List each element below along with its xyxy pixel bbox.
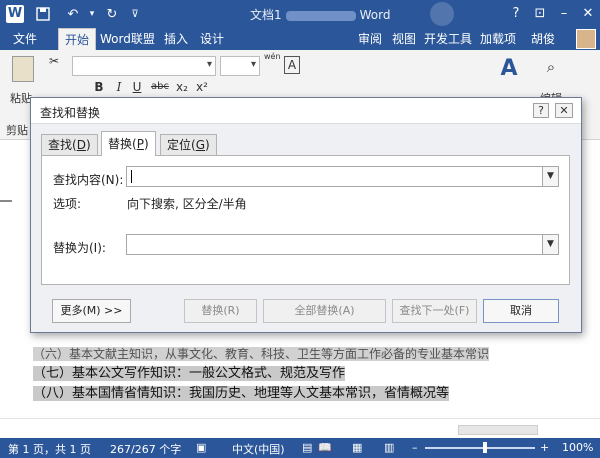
scroll-thumb[interactable] <box>458 425 538 435</box>
tab-replace-key: P <box>136 137 144 151</box>
tab-find-label: 查找( <box>48 138 77 152</box>
tab-replace-label: 替换( <box>108 137 137 151</box>
word-icon: W <box>6 5 24 23</box>
zoom-level[interactable]: 100% <box>562 441 593 454</box>
tab-replace[interactable]: 替换(P) <box>101 131 156 156</box>
word-count[interactable]: 267/267 个字 <box>110 441 181 457</box>
document-line-6-partial[interactable]: （六）基本文献主知识，从事文化、教育、科技、卫生等方面工作必备的专业基本常识 <box>33 345 490 362</box>
dialog-help-button[interactable]: ? <box>533 103 549 118</box>
dialog-title-bar[interactable]: 查找和替换 ? ✕ <box>31 98 581 124</box>
replace-button[interactable]: 替换(R) <box>184 299 257 323</box>
close-window-icon[interactable]: ✕ <box>576 4 600 24</box>
undo-icon[interactable]: ↶ <box>62 5 84 23</box>
underline-button[interactable]: U <box>130 80 144 94</box>
app-name: Word <box>359 8 391 22</box>
find-what-label: 查找内容(N): <box>53 173 124 187</box>
theme-decoration-icon <box>430 2 454 26</box>
doc-title-prefix: 文档1 <box>250 8 282 22</box>
tab-goto-tail: ) <box>205 138 210 152</box>
text-caret <box>131 170 132 183</box>
find-replace-dialog: 查找和替换 ? ✕ 查找(D) 替换(P) 定位(G) 查找内容(N): ▼ 选… <box>30 97 582 333</box>
user-name[interactable]: 胡俊 <box>525 28 561 50</box>
tab-word-league[interactable]: Word联盟 <box>94 28 161 50</box>
undo-dropdown-icon[interactable]: ▾ <box>86 5 98 23</box>
options-value: 向下搜索, 区分全/半角 <box>127 197 247 211</box>
web-layout-icon[interactable]: ▥ <box>384 441 394 454</box>
replace-with-label: 替换为(I): <box>53 241 106 255</box>
bold-button[interactable]: B <box>92 80 106 94</box>
window-title: 文档1 Word <box>250 6 390 23</box>
find-binoculars-icon[interactable]: ⌕ <box>540 58 562 76</box>
zoom-slider-knob[interactable] <box>483 442 487 453</box>
zoom-slider[interactable] <box>425 447 535 449</box>
replace-all-button[interactable]: 全部替换(A) <box>263 299 386 323</box>
tab-goto-key: G <box>195 138 205 152</box>
tab-developer[interactable]: 开发工具 <box>418 28 478 50</box>
line-8-text: （八）基本国情省情知识：我国历史、地理等人文基本常识，省情概况等 <box>33 386 450 401</box>
horizontal-scrollbar[interactable] <box>0 418 600 440</box>
find-what-input[interactable]: ▼ <box>126 166 559 187</box>
replace-with-input[interactable]: ▼ <box>126 234 559 255</box>
replace-history-dropdown-icon[interactable]: ▼ <box>542 235 558 254</box>
page-indicator[interactable]: 第 1 页，共 1 页 <box>8 441 91 457</box>
status-bar: 第 1 页，共 1 页 267/267 个字 ▣ 中文(中国) ▤ 📖 ▦ ▥ … <box>0 438 600 458</box>
paste-label[interactable]: 粘贴 <box>10 90 32 106</box>
font-size-combo[interactable] <box>220 56 260 76</box>
language-indicator[interactable]: 中文(中国) <box>232 441 285 457</box>
zoom-out-button[interactable]: – <box>412 441 418 454</box>
more-button[interactable]: 更多(M) >> <box>52 299 131 323</box>
tab-find[interactable]: 查找(D) <box>41 134 98 156</box>
find-history-dropdown-icon[interactable]: ▼ <box>542 167 558 186</box>
ribbon-display-icon[interactable]: ⊡ <box>528 4 552 24</box>
tab-goto-label: 定位( <box>167 138 196 152</box>
read-mode-icon[interactable]: 📖 <box>318 441 332 454</box>
proofing-icon[interactable]: ▣ <box>196 441 206 454</box>
tab-find-tail: ) <box>85 138 91 152</box>
tab-file[interactable]: 文件 <box>0 28 50 50</box>
tab-addins[interactable]: 加载项 <box>474 28 522 50</box>
customize-quick-access-icon[interactable]: ⊽ <box>128 5 142 23</box>
macro-record-icon[interactable]: ▤ <box>302 441 312 454</box>
title-bar: W ↶ ▾ ↻ ⊽ 文档1 Word ? ⊡ – ✕ <box>0 0 600 28</box>
save-icon[interactable] <box>34 5 52 23</box>
options-label: 选项: <box>53 197 82 211</box>
cancel-button[interactable]: 取消 <box>483 299 559 323</box>
tab-design[interactable]: 设计 <box>194 28 230 50</box>
tab-view[interactable]: 视图 <box>386 28 422 50</box>
document-line-7[interactable]: （七）基本公文写作知识：一般公文格式、规范及写作 <box>33 362 346 381</box>
cut-icon[interactable]: ✂ <box>46 54 62 68</box>
subscript-button[interactable]: x₂ <box>174 80 190 94</box>
redo-icon[interactable]: ↻ <box>102 5 122 23</box>
dialog-title: 查找和替换 <box>40 106 101 120</box>
dialog-close-button[interactable]: ✕ <box>555 103 573 118</box>
line-6-text: （六）基本文献主知识，从事文化、教育、科技、卫生等方面工作必备的专业基本常识 <box>33 347 490 361</box>
avatar[interactable] <box>576 29 596 49</box>
char-border-icon[interactable]: A <box>284 56 300 74</box>
italic-button[interactable]: I <box>112 80 126 94</box>
document-line-8[interactable]: （八）基本国情省情知识：我国历史、地理等人文基本常识，省情概况等 <box>33 382 450 401</box>
strikethrough-button[interactable]: abc <box>148 81 172 92</box>
tab-review[interactable]: 审阅 <box>352 28 388 50</box>
styles-icon[interactable]: A <box>496 56 522 86</box>
paste-icon[interactable] <box>12 56 34 82</box>
tab-find-key: D <box>76 138 86 152</box>
tab-goto[interactable]: 定位(G) <box>160 134 217 156</box>
tab-home[interactable]: 开始 <box>58 28 97 50</box>
font-name-combo[interactable] <box>72 56 216 76</box>
help-icon[interactable]: ? <box>504 4 528 24</box>
tab-replace-tail: ) <box>143 137 149 151</box>
minimize-icon[interactable]: – <box>552 4 576 24</box>
zoom-in-button[interactable]: + <box>540 441 549 454</box>
superscript-button[interactable]: x² <box>194 80 210 94</box>
margin-marker <box>0 200 12 202</box>
print-layout-icon[interactable]: ▦ <box>352 441 362 454</box>
phonetic-guide-label[interactable]: wén <box>264 52 281 61</box>
line-7-text: （七）基本公文写作知识：一般公文格式、规范及写作 <box>33 366 346 381</box>
clipboard-group-label: 剪贴 <box>6 124 28 137</box>
title-redaction <box>285 10 356 21</box>
tab-insert[interactable]: 插入 <box>158 28 194 50</box>
find-next-button[interactable]: 查找下一处(F) <box>392 299 477 323</box>
ribbon-tabs: 文件 开始 Word联盟 插入 设计 审阅 视图 开发工具 加载项 胡俊 <box>0 28 600 50</box>
